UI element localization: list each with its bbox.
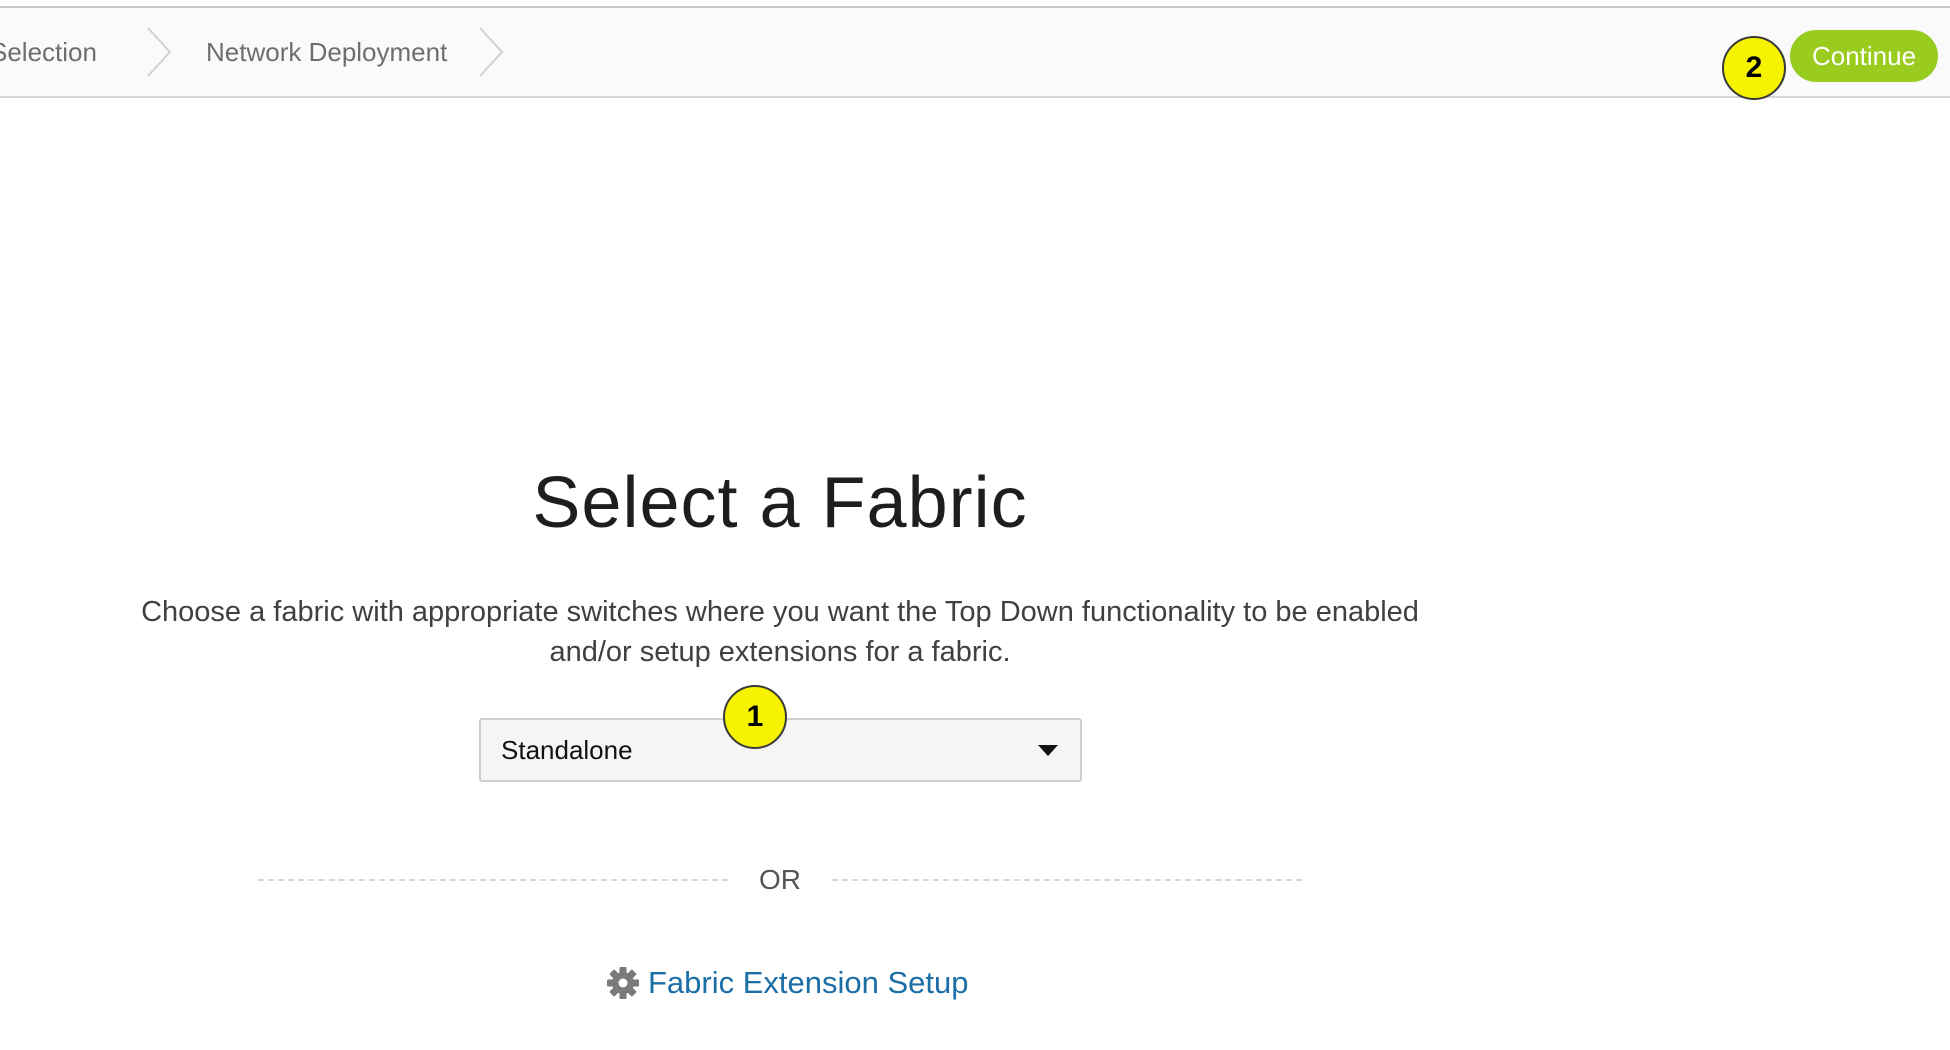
description-line-2: and/or setup extensions for a fabric. (549, 636, 1011, 668)
page-title: Select a Fabric (532, 463, 1028, 543)
gear-icon (607, 967, 639, 999)
or-separator: OR (258, 858, 1302, 902)
annotation-marker-1: 1 (723, 685, 787, 749)
fabric-extension-setup-label: Fabric Extension Setup (648, 965, 969, 1000)
fabric-selection-page: Selection Network Deployment Continue 2 … (0, 0, 1950, 1050)
caret-down-icon (1038, 745, 1058, 756)
page-description: Choose a fabric with appropriate switche… (100, 592, 1460, 672)
breadcrumb-step-network-deployment[interactable]: Network Deployment (206, 8, 447, 96)
fabric-extension-setup-link[interactable]: Fabric Extension Setup (606, 960, 969, 1006)
chevron-right-icon (147, 27, 172, 77)
chevron-right-icon (479, 27, 504, 77)
separator-line-left (258, 879, 728, 881)
breadcrumb-step-selection[interactable]: Selection (0, 8, 97, 96)
description-line-1: Choose a fabric with appropriate switche… (141, 596, 1419, 628)
continue-button[interactable]: Continue (1790, 30, 1938, 82)
separator-line-right (832, 879, 1302, 881)
wizard-header: Selection Network Deployment Continue (0, 6, 1950, 98)
fabric-select-value: Standalone (501, 735, 633, 765)
or-text: OR (759, 864, 801, 895)
annotation-marker-2: 2 (1722, 36, 1786, 100)
